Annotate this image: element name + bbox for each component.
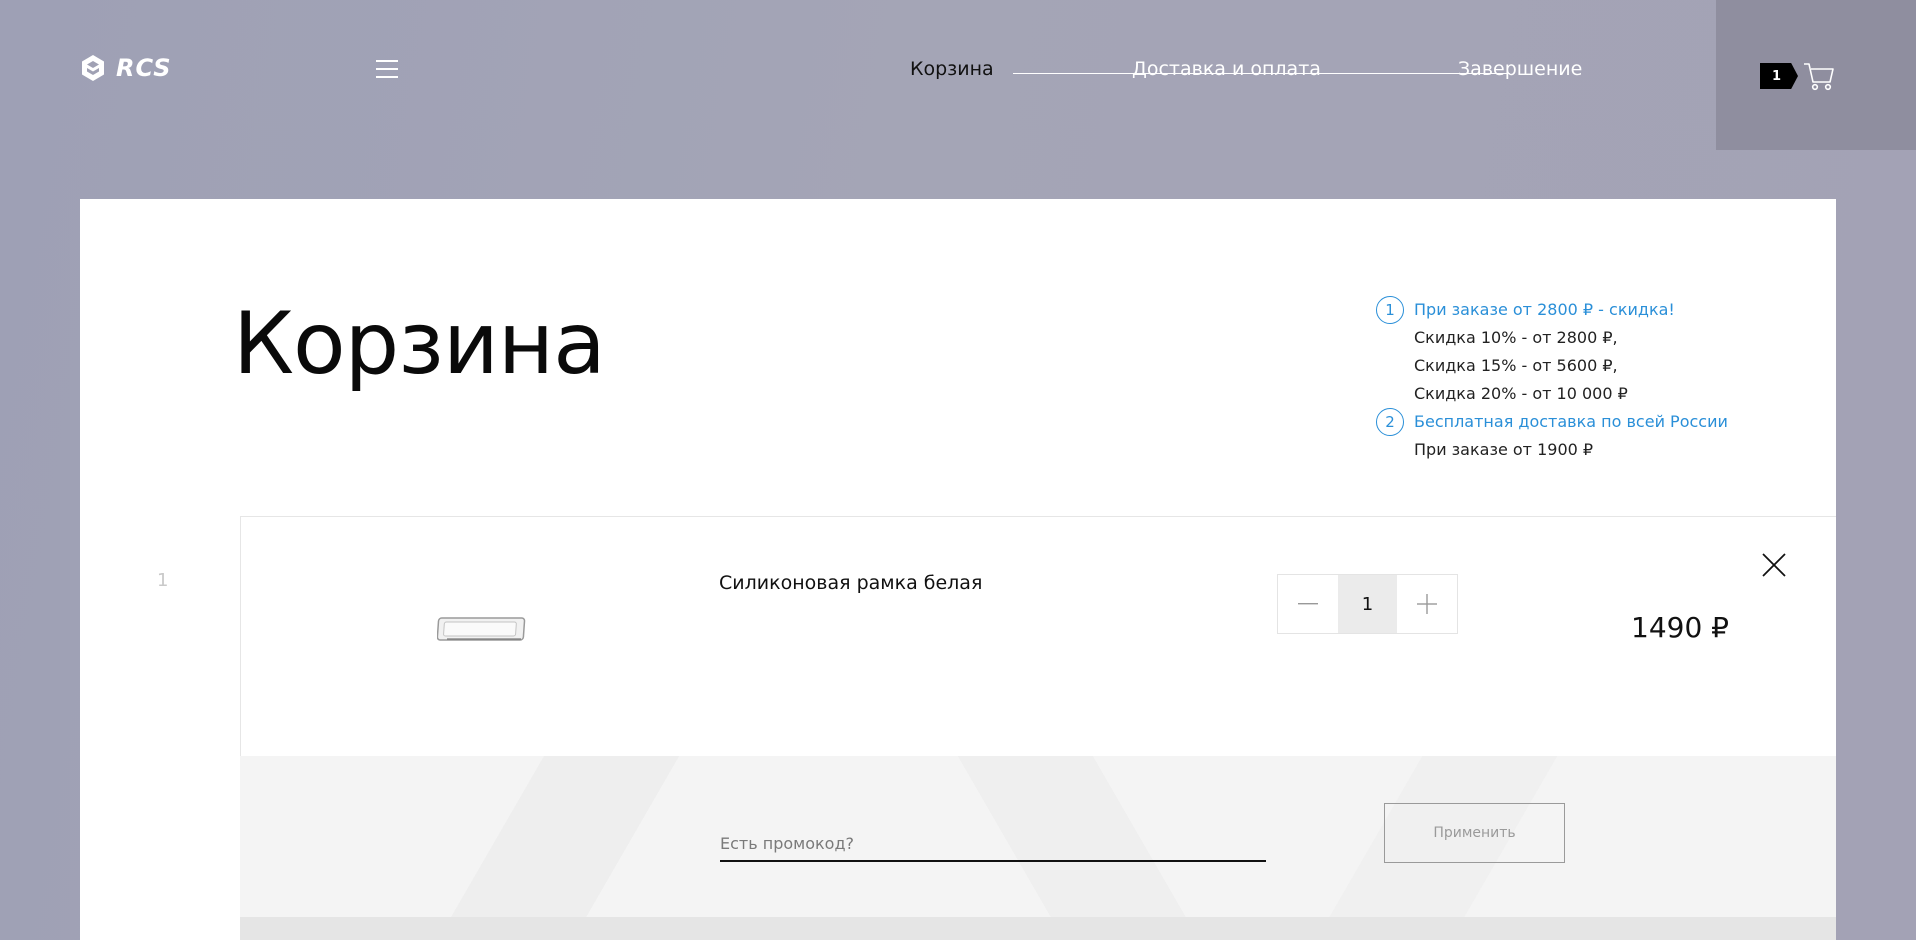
discount-info-row-1: 1 При заказе от 2800 ₽ - скидка!	[1376, 296, 1796, 324]
logo[interactable]: RCS	[80, 54, 172, 82]
item-index: 1	[157, 570, 169, 591]
product-image[interactable]	[437, 614, 527, 644]
hamburger-menu-icon[interactable]	[376, 60, 398, 78]
minus-icon	[1298, 603, 1318, 605]
step-cart[interactable]: Корзина	[910, 58, 994, 80]
apply-promocode-button[interactable]: Применить	[1384, 803, 1565, 863]
free-delivery-line: При заказе от 1900 ₽	[1414, 440, 1594, 459]
promocode-input[interactable]	[720, 826, 1266, 862]
step-delivery-payment[interactable]: Доставка и оплата	[1132, 58, 1321, 80]
page-title: Корзина	[233, 294, 606, 394]
free-delivery-title[interactable]: Бесплатная доставка по всей России	[1414, 408, 1728, 436]
discount-line: Скидка 10% - от 2800 ₽,	[1414, 328, 1618, 347]
rcs-logo-icon	[82, 55, 104, 81]
promocode-section: Применить	[240, 756, 1836, 917]
number-badge: 2	[1376, 408, 1404, 436]
plus-icon	[1417, 594, 1437, 614]
cart-count-badge: 1	[1760, 63, 1798, 89]
cart-item-row: Силиконовая рамка белая 1 1490 ₽	[240, 516, 1836, 756]
discount-title[interactable]: При заказе от 2800 ₽ - скидка!	[1414, 296, 1675, 324]
header-cart-button[interactable]: 1	[1716, 0, 1916, 150]
quantity-value[interactable]: 1	[1338, 575, 1397, 633]
decrease-quantity-button[interactable]	[1278, 575, 1338, 633]
quantity-stepper: 1	[1277, 574, 1458, 634]
cart-card: Корзина 1 При заказе от 2800 ₽ - скидка!…	[80, 199, 1836, 940]
discount-line: Скидка 15% - от 5600 ₽,	[1414, 356, 1618, 375]
step-completion[interactable]: Завершение	[1458, 58, 1582, 80]
summary-strip	[240, 917, 1836, 940]
item-price: 1490 ₽	[1631, 611, 1729, 644]
close-icon[interactable]	[1761, 552, 1787, 578]
shopping-cart-icon	[1804, 63, 1834, 91]
checkout-steps: Корзина Доставка и оплата Завершение	[910, 58, 1610, 88]
discount-line: Скидка 20% - от 10 000 ₽	[1414, 384, 1628, 403]
discount-info-row-2: 2 Бесплатная доставка по всей России	[1376, 408, 1796, 436]
product-name[interactable]: Силиконовая рамка белая	[719, 572, 982, 594]
increase-quantity-button[interactable]	[1397, 575, 1457, 633]
discount-info: 1 При заказе от 2800 ₽ - скидка! Скидка …	[1376, 296, 1796, 464]
number-badge: 1	[1376, 296, 1404, 324]
logo-text: RCS	[116, 54, 172, 82]
